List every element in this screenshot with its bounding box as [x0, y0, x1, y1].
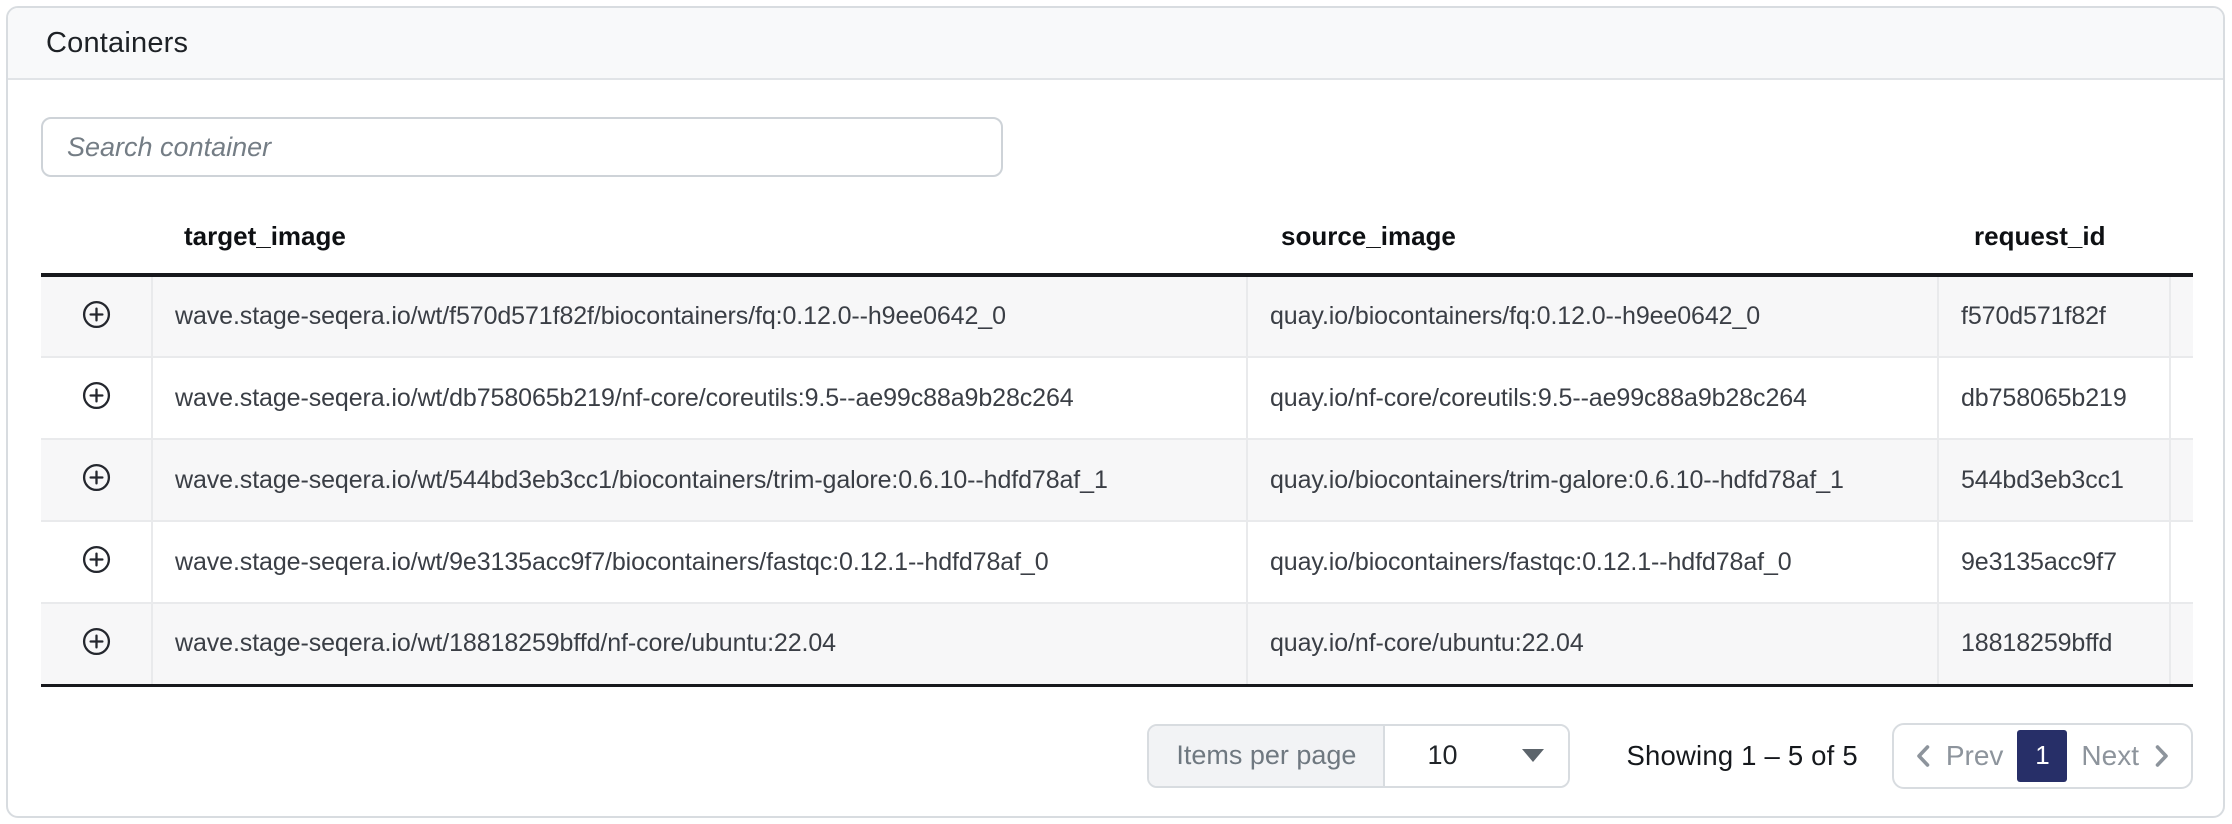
target-image-cell: wave.stage-seqera.io/wt/9e3135acc9f7/bio… — [152, 521, 1247, 603]
chevron-left-icon — [1912, 741, 1934, 771]
prev-page-label: Prev — [1946, 740, 2004, 772]
plus-circle-icon — [82, 381, 111, 410]
request-id-cell: 9e3135acc9f7 — [1938, 521, 2170, 603]
plus-circle-icon — [82, 300, 111, 329]
table-body: wave.stage-seqera.io/wt/f570d571f82f/bio… — [41, 275, 2193, 685]
request-id-cell: f570d571f82f — [1938, 275, 2170, 357]
expand-row-button[interactable] — [79, 297, 113, 331]
plus-circle-icon — [82, 545, 111, 574]
plus-circle-icon — [82, 627, 111, 656]
expand-row-button[interactable] — [79, 379, 113, 413]
caret-down-icon — [1522, 749, 1544, 762]
target-image-cell: wave.stage-seqera.io/wt/f570d571f82f/bio… — [152, 275, 1247, 357]
request-id-cell: 18818259bffd — [1938, 603, 2170, 685]
expand-column-header — [41, 199, 152, 275]
table-row: wave.stage-seqera.io/wt/db758065b219/nf-… — [41, 357, 2193, 439]
panel-titlebar: Containers — [8, 8, 2223, 80]
row-spacer-cell — [2170, 521, 2193, 603]
page-title: Containers — [46, 27, 188, 60]
expand-cell — [41, 357, 152, 439]
row-spacer-cell — [2170, 603, 2193, 685]
target-image-cell: wave.stage-seqera.io/wt/18818259bffd/nf-… — [152, 603, 1247, 685]
column-header-target-image: target_image — [152, 199, 1247, 275]
source-image-cell: quay.io/nf-core/ubuntu:22.04 — [1247, 603, 1938, 685]
request-id-cell: 544bd3eb3cc1 — [1938, 439, 2170, 521]
target-image-cell: wave.stage-seqera.io/wt/544bd3eb3cc1/bio… — [152, 439, 1247, 521]
containers-table: target_image source_image request_id — [41, 199, 2193, 687]
table-row: wave.stage-seqera.io/wt/f570d571f82f/bio… — [41, 275, 2193, 357]
expand-row-button[interactable] — [79, 461, 113, 495]
column-header-request-id: request_id — [1938, 199, 2170, 275]
table-row: wave.stage-seqera.io/wt/18818259bffd/nf-… — [41, 603, 2193, 685]
expand-cell — [41, 275, 152, 357]
source-image-cell: quay.io/nf-core/coreutils:9.5--ae99c88a9… — [1247, 357, 1938, 439]
request-id-cell: db758065b219 — [1938, 357, 2170, 439]
page-size-select[interactable]: 10 — [1385, 726, 1568, 786]
chevron-right-icon — [2151, 741, 2173, 771]
search-input[interactable] — [41, 117, 1003, 177]
row-spacer-cell — [2170, 357, 2193, 439]
source-image-cell: quay.io/biocontainers/fastqc:0.12.1--hdf… — [1247, 521, 1938, 603]
panel-content: target_image source_image request_id — [8, 117, 2223, 789]
showing-range-text: Showing 1 – 5 of 5 — [1626, 740, 1857, 772]
expand-cell — [41, 521, 152, 603]
expand-row-button[interactable] — [79, 625, 113, 659]
next-page-button[interactable]: Next — [2081, 740, 2173, 772]
items-per-page-control: Items per page 10 — [1147, 724, 1570, 788]
pager: Prev 1 Next — [1892, 723, 2193, 789]
expand-cell — [41, 603, 152, 685]
table-row: wave.stage-seqera.io/wt/544bd3eb3cc1/bio… — [41, 439, 2193, 521]
next-page-label: Next — [2081, 740, 2139, 772]
expand-cell — [41, 439, 152, 521]
current-page-button[interactable]: 1 — [2017, 730, 2067, 782]
spacer-column-header — [2170, 199, 2193, 275]
source-image-cell: quay.io/biocontainers/fq:0.12.0--h9ee064… — [1247, 275, 1938, 357]
table-row: wave.stage-seqera.io/wt/9e3135acc9f7/bio… — [41, 521, 2193, 603]
plus-circle-icon — [82, 463, 111, 492]
row-spacer-cell — [2170, 439, 2193, 521]
prev-page-button[interactable]: Prev — [1912, 740, 2004, 772]
pagination-bar: Items per page 10 Showing 1 – 5 of 5 Pre… — [41, 723, 2193, 789]
column-header-source-image: source_image — [1247, 199, 1938, 275]
row-spacer-cell — [2170, 275, 2193, 357]
page-size-value: 10 — [1427, 740, 1457, 771]
target-image-cell: wave.stage-seqera.io/wt/db758065b219/nf-… — [152, 357, 1247, 439]
containers-panel: Containers target_image source_image req… — [6, 6, 2225, 818]
source-image-cell: quay.io/biocontainers/trim-galore:0.6.10… — [1247, 439, 1938, 521]
items-per-page-label: Items per page — [1149, 726, 1385, 786]
expand-row-button[interactable] — [79, 543, 113, 577]
table-header: target_image source_image request_id — [41, 199, 2193, 275]
